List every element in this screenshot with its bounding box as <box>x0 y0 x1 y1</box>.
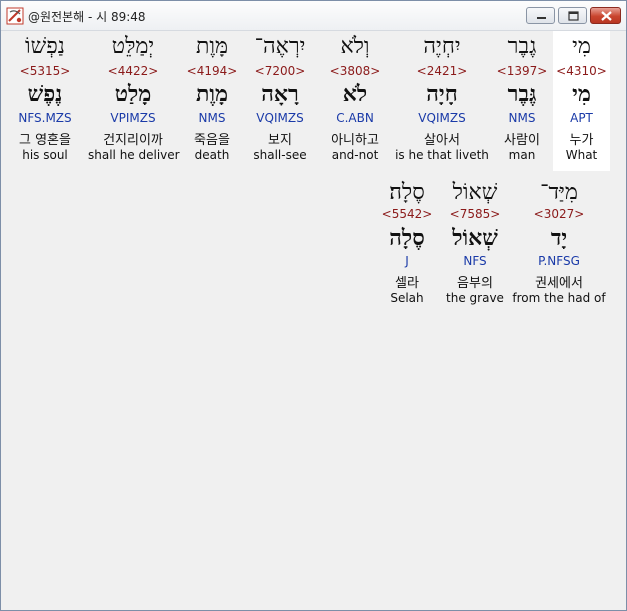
lemma: חָיָה <box>426 81 458 107</box>
maximize-icon <box>568 11 579 21</box>
english-gloss: and-not <box>331 148 379 162</box>
word-cell[interactable]: מִיַּד־ <3027> יָד P.NFSG 권세에서 from the … <box>512 177 606 317</box>
korean-gloss: 죽음을 <box>194 133 230 148</box>
hebrew-word: מִי <box>572 34 591 59</box>
strong-number[interactable]: <5315> <box>8 64 82 78</box>
morphology: NMS <box>508 111 536 125</box>
strong-number[interactable]: <2421> <box>394 64 490 78</box>
english-gloss: shall he deliver <box>88 148 180 162</box>
close-button[interactable] <box>590 7 621 24</box>
hebrew-word: סֶלָה׃ <box>389 180 425 205</box>
morphology: NFS <box>463 254 487 268</box>
word-cell[interactable]: מִי <4310> מִי APT 누가 What <box>553 31 610 171</box>
korean-gloss: 셀라 <box>395 276 419 291</box>
strong-number[interactable]: <3027> <box>512 207 606 221</box>
strong-number[interactable]: <4194> <box>184 64 240 78</box>
word-cell[interactable]: סֶלָה׃ <5542> סֶלָה J 셀라 Selah <box>378 177 436 317</box>
strong-number[interactable]: <1397> <box>493 64 551 78</box>
lemma: יָד <box>550 225 568 251</box>
hebrew-word: וְלֹא <box>340 34 370 59</box>
word-cell[interactable]: יִחְיֶה <2421> חָיָה VQIMZS 살아서 is he th… <box>394 31 490 171</box>
app-window: @원전본해 - 시 89:48 מִי <4310> מִי APT 누가 Wh… <box>0 0 627 611</box>
maximize-button[interactable] <box>558 7 587 24</box>
lemma: גֶּבֶר <box>507 81 537 107</box>
korean-gloss: 살아서 <box>424 133 460 148</box>
word-cell[interactable]: וְלֹא <3808> לֹא C.ABN 아니하고 and-not <box>324 31 386 171</box>
morphology: NFS.MZS <box>18 111 72 125</box>
morphology: APT <box>570 111 593 125</box>
close-icon <box>601 11 612 21</box>
strong-number[interactable]: <5542> <box>378 207 436 221</box>
morphology: C.ABN <box>336 111 374 125</box>
strong-number[interactable]: <4310> <box>553 64 610 78</box>
korean-gloss: 건지리이까 <box>103 133 163 148</box>
lemma: רָאָה <box>261 81 299 107</box>
korean-gloss: 누가 <box>569 133 594 148</box>
lemma: מִי <box>572 81 591 107</box>
english-gloss: his soul <box>22 148 68 162</box>
hebrew-word: מָּוֶת <box>195 34 229 59</box>
word-cell[interactable]: יְמַלֵּט <4422> מָלַט VPIMZS 건지리이까 shall… <box>88 31 180 171</box>
english-gloss: man <box>508 148 536 162</box>
hebrew-word: יְמַלֵּט <box>111 34 155 59</box>
lemma: לֹא <box>342 81 368 107</box>
english-gloss: shall-see <box>253 148 307 162</box>
english-gloss: from the had of <box>512 291 606 305</box>
strong-number[interactable]: <4422> <box>88 64 178 78</box>
english-gloss: death <box>194 148 230 162</box>
morphology: VQIMZS <box>418 111 466 125</box>
strong-number[interactable]: <7200> <box>246 64 314 78</box>
hebrew-word: שְׁאוֹל <box>452 180 498 205</box>
korean-gloss: 음부의 <box>457 276 493 291</box>
interlinear-view: מִי <4310> מִי APT 누가 What גֶבֶר <1397> … <box>2 31 626 610</box>
strong-number[interactable]: <7585> <box>442 207 508 221</box>
morphology: NMS <box>198 111 226 125</box>
minimize-button[interactable] <box>526 7 555 24</box>
lemma: מָוֶת <box>195 81 229 107</box>
lemma: מָלַט <box>114 81 152 107</box>
morphology: P.NFSG <box>538 254 580 268</box>
minimize-icon <box>537 17 546 19</box>
strong-number[interactable]: <3808> <box>324 64 386 78</box>
word-cell[interactable]: שְׁאוֹל <7585> שְׁאוֹל NFS 음부의 the grave <box>442 177 508 317</box>
hebrew-word: יִרְאֶה־ <box>254 34 306 59</box>
word-cell[interactable]: גֶבֶר <1397> גֶּבֶר NMS 사람이 man <box>493 31 551 171</box>
window-title: @원전본해 - 시 89:48 <box>28 10 146 24</box>
korean-gloss: 사람이 <box>504 133 540 148</box>
english-gloss: What <box>565 148 598 162</box>
korean-gloss: 보지 <box>268 133 292 148</box>
word-cell[interactable]: נַפְשׁוֹ <5315> נֶפֶשׁ NFS.MZS 그 영혼을 his… <box>8 31 82 171</box>
hebrew-word: יִחְיֶה <box>423 34 461 59</box>
word-cell[interactable]: מָּוֶת <4194> מָוֶת NMS 죽음을 death <box>184 31 240 171</box>
morphology: VQIMZS <box>256 111 304 125</box>
english-gloss: the grave <box>446 291 504 305</box>
lemma: שְׁאוֹל <box>452 225 498 251</box>
english-gloss: Selah <box>390 291 424 305</box>
lemma: סֶלָה <box>389 225 425 251</box>
english-gloss: is he that liveth <box>395 148 489 162</box>
app-logo-icon <box>6 7 24 25</box>
hebrew-word: מִיַּד־ <box>540 180 578 205</box>
morphology: VPIMZS <box>110 111 156 125</box>
hebrew-word: נַפְשׁוֹ <box>25 34 65 59</box>
korean-gloss: 아니하고 <box>331 133 379 148</box>
hebrew-word: גֶבֶר <box>507 34 537 59</box>
lemma: נֶפֶשׁ <box>27 81 63 107</box>
word-cell[interactable]: יִרְאֶה־ <7200> רָאָה VQIMZS 보지 shall-se… <box>246 31 314 171</box>
title-bar[interactable]: @원전본해 - 시 89:48 <box>1 1 626 31</box>
korean-gloss: 권세에서 <box>535 276 583 291</box>
morphology: J <box>405 254 409 268</box>
korean-gloss: 그 영혼을 <box>19 133 71 148</box>
